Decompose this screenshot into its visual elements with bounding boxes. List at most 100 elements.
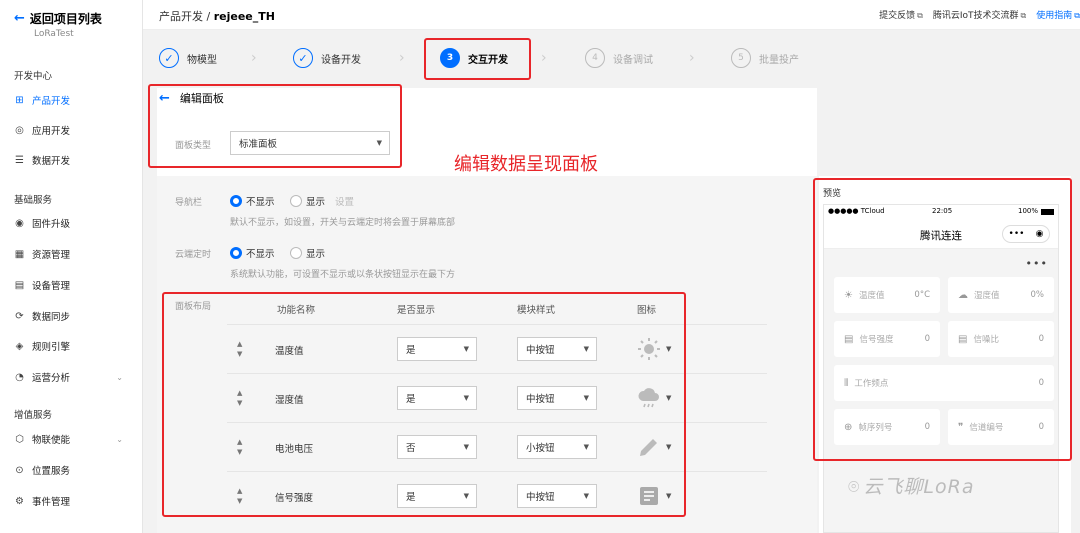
navbar-hide-radio[interactable]: 不显示 <box>230 194 275 208</box>
sidebar-item-label: 应用开发 <box>32 126 71 137</box>
navbar-hint: 默认不显示，如设置，开关与云端定时将会置于屏幕底部 <box>230 218 456 228</box>
navbar-setting-link[interactable]: 设置 <box>335 194 354 208</box>
watermark: ⌾ 云飞聊LoRa <box>848 472 974 499</box>
sidebar-item-sync[interactable]: ⟳ 数据同步 <box>13 309 123 324</box>
timer-label: 云端定时 <box>175 250 212 260</box>
section-title-value: 增值服务 <box>14 410 53 421</box>
step-5: 5 批量投产 <box>731 48 799 68</box>
external-link-icon: ⧉ <box>1020 11 1027 20</box>
sidebar-item-location[interactable]: ⊙ 位置服务 <box>13 463 123 478</box>
back-label: 返回项目列表 <box>29 12 102 26</box>
project-name: LoRaTest <box>34 29 74 39</box>
breadcrumb-parent[interactable]: 产品开发 / <box>159 10 210 23</box>
section-title-basic: 基础服务 <box>14 195 53 206</box>
radio-label: 不显示 <box>246 249 275 260</box>
sync-icon: ⟳ <box>15 310 24 322</box>
step-label: 批量投产 <box>759 54 799 66</box>
navbar-show-radio[interactable]: 显示 设置 <box>290 194 354 208</box>
sidebar: ← 返回项目列表 LoRaTest 开发中心 ⊞ 产品开发 ◎ 应用开发 ☰ 数… <box>0 0 143 533</box>
sidebar-item-label: 固件升级 <box>32 219 71 230</box>
sidebar-item-enable[interactable]: ⬡ 物联使能 ⌄ <box>13 432 123 447</box>
chevron-right-icon: › <box>541 50 547 66</box>
chevron-down-icon: ⌄ <box>116 434 123 444</box>
timer-hint: 系统默认功能，可设置不显示或以条状按钮显示在最下方 <box>230 270 456 280</box>
sidebar-item-label: 产品开发 <box>32 96 71 107</box>
feedback-link[interactable]: 提交反馈 ⧉ <box>879 8 923 21</box>
sidebar-item-label: 事件管理 <box>32 497 71 508</box>
back-to-projects-link[interactable]: ← 返回项目列表 <box>14 10 102 27</box>
sidebar-item-label: 数据同步 <box>32 312 71 323</box>
external-link-icon: ⧉ <box>917 11 923 20</box>
radio-icon <box>290 247 302 259</box>
sidebar-item-label: 位置服务 <box>32 466 71 477</box>
sidebar-item-label: 设备管理 <box>32 281 71 292</box>
radio-label: 显示 <box>306 197 326 208</box>
watermark-text: 云飞聊LoRa <box>863 476 975 498</box>
sidebar-item-event[interactable]: ⚙ 事件管理 <box>13 494 123 509</box>
radio-selected-icon <box>230 247 242 259</box>
top-header: 产品开发 / rejeee_TH 提交反馈 ⧉ 腾讯云IoT技术交流群 ⧉ 使用指南… <box>143 0 1080 30</box>
navbar-label: 导航栏 <box>175 198 203 208</box>
step-number: 5 <box>731 48 751 68</box>
guide-link-label: 使用指南 <box>1036 11 1073 21</box>
sidebar-item-label: 数据开发 <box>32 156 71 167</box>
device-icon: ▤ <box>14 279 25 291</box>
step-label: 设备开发 <box>321 54 361 66</box>
guide-link[interactable]: 使用指南 ⧉ <box>1036 8 1080 21</box>
sidebar-item-label: 物联使能 <box>32 435 71 446</box>
chevron-down-icon: ⌄ <box>116 372 123 382</box>
community-link[interactable]: 腾讯云IoT技术交流群 ⧉ <box>933 8 1026 21</box>
radio-label: 不显示 <box>246 197 275 208</box>
step-label: 物模型 <box>187 54 217 66</box>
sidebar-item-app-dev[interactable]: ◎ 应用开发 <box>13 123 123 138</box>
annotation-text: 编辑数据呈现面板 <box>454 154 598 175</box>
timer-hide-radio[interactable]: 不显示 <box>230 246 275 260</box>
radio-icon <box>290 195 302 207</box>
firmware-icon: ◉ <box>15 217 24 229</box>
sidebar-item-label: 运营分析 <box>32 373 71 384</box>
sidebar-item-analytics[interactable]: ◔ 运营分析 ⌄ <box>13 370 123 385</box>
chevron-right-icon: › <box>251 50 257 66</box>
step-4: 4 设备调试 <box>585 48 653 68</box>
rule-icon: ◈ <box>15 340 24 352</box>
step-2[interactable]: ✓ 设备开发 <box>293 48 361 68</box>
sidebar-item-label: 规则引擎 <box>32 342 71 353</box>
timer-show-radio[interactable]: 显示 <box>290 246 325 260</box>
radio-selected-icon <box>230 195 242 207</box>
highlight-edit-panel <box>148 84 402 168</box>
step-label: 设备调试 <box>613 54 653 66</box>
chevron-right-icon: › <box>689 50 695 66</box>
feedback-link-label: 提交反馈 <box>879 11 916 21</box>
highlight-layout-table <box>162 292 686 517</box>
sidebar-item-resource[interactable]: ▦ 资源管理 <box>13 247 123 262</box>
enable-icon: ⬡ <box>15 433 24 445</box>
app-icon: ◎ <box>15 124 24 136</box>
data-icon: ☰ <box>15 154 24 166</box>
location-icon: ⊙ <box>15 464 24 476</box>
resource-icon: ▦ <box>14 248 25 260</box>
analytics-icon: ◔ <box>15 371 24 383</box>
sidebar-item-rule[interactable]: ◈ 规则引擎 <box>13 339 123 354</box>
community-link-label: 腾讯云IoT技术交流群 <box>932 11 1019 21</box>
sidebar-item-label: 资源管理 <box>32 250 71 261</box>
external-link-icon: ⧉ <box>1074 11 1080 20</box>
breadcrumb: 产品开发 / rejeee_TH <box>159 8 275 24</box>
radio-label: 显示 <box>306 249 326 260</box>
sidebar-item-firmware[interactable]: ◉ 固件升级 <box>13 216 123 231</box>
step-1[interactable]: ✓ 物模型 <box>159 48 217 68</box>
highlight-preview <box>813 178 1072 461</box>
breadcrumb-current: rejeee_TH <box>213 10 275 23</box>
sidebar-item-product-dev[interactable]: ⊞ 产品开发 <box>13 93 123 108</box>
header-links: 提交反馈 ⧉ 腾讯云IoT技术交流群 ⧉ 使用指南 ⧉ <box>879 8 1080 21</box>
highlight-step3 <box>424 38 531 80</box>
sidebar-item-data-dev[interactable]: ☰ 数据开发 <box>13 153 123 168</box>
section-title-dev: 开发中心 <box>14 71 53 82</box>
event-icon: ⚙ <box>15 495 24 507</box>
check-icon: ✓ <box>159 48 179 68</box>
arrow-left-icon: ← <box>14 11 25 26</box>
sidebar-item-device[interactable]: ▤ 设备管理 <box>13 278 123 293</box>
step-progress: ✓ 物模型 › ✓ 设备开发 › 3 交互开发 › 4 设备调试 › 5 批量投… <box>143 30 1080 88</box>
chip-icon: ⊞ <box>15 94 24 106</box>
wechat-icon: ⌾ <box>848 476 861 498</box>
chevron-right-icon: › <box>399 50 405 66</box>
